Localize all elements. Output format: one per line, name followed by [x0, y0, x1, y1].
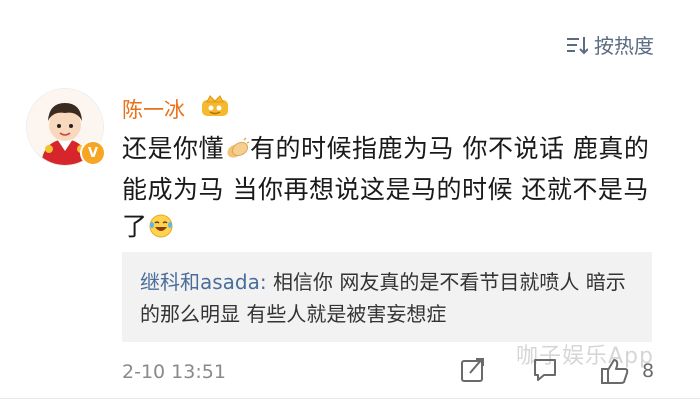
like-count: 8 — [642, 360, 655, 382]
timestamp: 2-10 13:51 — [122, 361, 226, 383]
comment-text: 还是你懂 有的时候指鹿为马 你不说话 鹿真的能成为马 当你再想说这是马的时候 还… — [122, 130, 662, 249]
vip-crown-icon — [200, 92, 230, 122]
comment-text-part1: 还是你懂 — [122, 134, 225, 163]
repost-icon[interactable] — [460, 357, 486, 387]
divider — [0, 398, 700, 399]
reply-box[interactable]: 继科和asada: 相信你 网友真的是不看节目就喷人 暗示的那么明显 有些人就是… — [122, 252, 652, 342]
sort-label: 按热度 — [594, 34, 654, 58]
verified-v-icon: V — [80, 140, 106, 166]
laughing-tears-emoji-icon — [148, 212, 174, 249]
sort-by-hot-button[interactable]: 按热度 — [566, 30, 654, 59]
thumbs-up-icon[interactable] — [600, 357, 630, 389]
reply-user-name[interactable]: 继科和asada: — [140, 270, 267, 294]
sort-icon — [566, 35, 588, 55]
comment-icon[interactable] — [532, 357, 558, 387]
clapping-hands-emoji-icon — [224, 134, 250, 171]
user-name[interactable]: 陈一冰 — [122, 94, 185, 124]
